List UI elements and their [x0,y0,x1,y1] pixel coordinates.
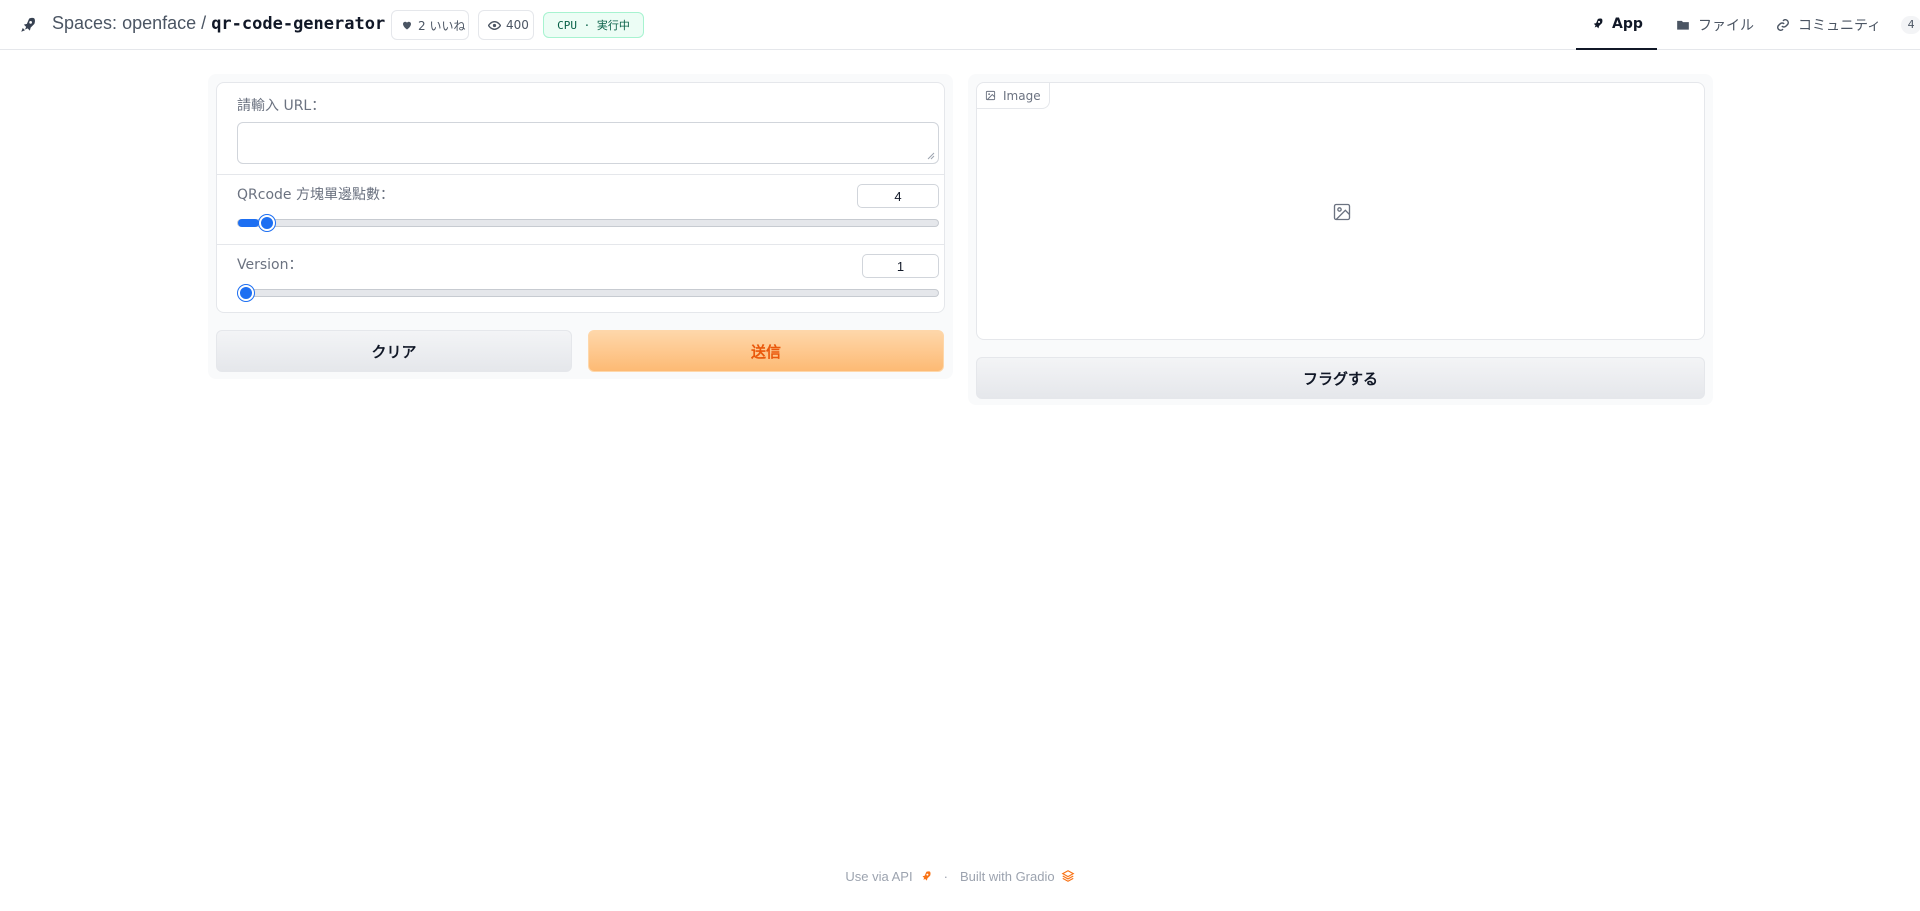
heart-icon [403,21,411,30]
rocket-icon [21,17,35,32]
space-title: Spaces: openface / qr-code-generator [52,13,385,34]
like-count: 2 いいね [418,18,466,33]
qr-size-slider-thumb[interactable] [259,215,275,231]
tab-community[interactable]: コミュニティ 4 [1776,0,1920,50]
views-count: 400 [506,18,529,32]
version-number-input[interactable]: 1 [862,254,939,278]
folder-icon [1677,20,1689,30]
version-label: Version： [237,257,303,273]
qr-size-number-input[interactable]: 4 [857,184,939,208]
tab-app-label: App [1612,16,1643,32]
space-header: Spaces: openface / qr-code-generator 2 い… [0,0,1920,50]
footer-separator: · [943,868,948,884]
image-output-label: Image [977,83,1050,109]
views-badge: 400 [478,10,534,40]
submit-button[interactable]: 送信 [588,330,944,372]
repo-link[interactable]: qr-code-generator [211,14,385,34]
eye-icon [488,20,501,30]
divider [217,174,944,175]
qr-size-slider-fill [238,219,259,227]
image-icon [985,90,996,101]
built-with-label: Built with Gradio [959,868,1055,884]
rocket-icon [1593,18,1603,29]
link-icon [1777,19,1789,31]
image-output: Image [976,82,1705,340]
qr-size-label: QRcode 方塊單邊點數： [237,187,394,203]
runtime-status-badge[interactable]: CPU · 実行中 [543,12,644,38]
built-with-gradio-link[interactable]: Built with Gradio [960,869,1075,884]
image-label-text: Image [1003,88,1041,103]
title-separator: / [201,13,207,33]
resize-grip-icon[interactable] [927,152,935,160]
tab-files-label: ファイル [1698,18,1754,34]
tab-app[interactable]: App [1576,0,1657,50]
gradio-logo-icon [1061,870,1075,882]
community-count-badge: 4 [1901,16,1920,34]
flag-button[interactable]: フラグする [976,357,1705,399]
divider [217,244,944,245]
output-panel: Image フラグする [968,74,1713,405]
owner-link[interactable]: openface [122,13,196,33]
api-link-label: Use via API [845,868,913,884]
tab-files[interactable]: ファイル [1676,0,1754,50]
version-slider-thumb[interactable] [238,285,254,301]
like-button[interactable]: 2 いいね [391,10,469,40]
input-form: 請輸入 URL： QRcode 方塊單邊點數： 4 Version： 1 [216,82,945,313]
version-slider[interactable] [237,285,939,301]
title-prefix: Spaces: [52,13,118,33]
tab-community-label: コミュニティ [1798,18,1882,34]
url-label: 請輸入 URL： [237,98,326,114]
footer: Use via API · Built with Gradio [0,866,1920,886]
qr-size-slider[interactable] [237,215,939,231]
use-via-api-link[interactable]: Use via API [845,869,931,884]
url-input[interactable] [237,122,939,164]
image-placeholder-icon [1333,203,1351,221]
input-panel: 請輸入 URL： QRcode 方塊單邊點數： 4 Version： 1 クリア… [208,74,953,379]
clear-button[interactable]: クリア [216,330,572,372]
rocket-icon [922,870,931,881]
